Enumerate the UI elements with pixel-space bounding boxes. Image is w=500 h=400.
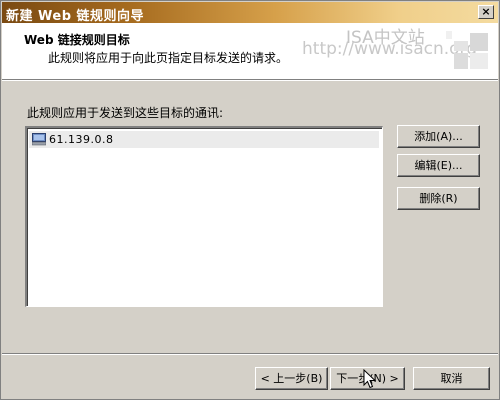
cancel-button[interactable]: 取消 <box>413 367 490 390</box>
wizard-window: 新建 Web 链规则向导 × Web 链接规则目标 此规则将应用于向此页指定目标… <box>0 0 500 400</box>
add-button[interactable]: 添加(A)... <box>397 125 480 148</box>
page-title: Web 链接规则目标 <box>24 33 130 47</box>
destinations-label: 此规则应用于发送到这些目标的通讯: <box>27 106 224 120</box>
wizard-header: Web 链接规则目标 此规则将应用于向此页指定目标发送的请求。 ISA中文站 h… <box>2 23 498 79</box>
close-button[interactable]: × <box>478 5 494 19</box>
destination-ip: 61.139.0.8 <box>49 133 114 146</box>
title-bar[interactable]: 新建 Web 链规则向导 × <box>2 2 498 24</box>
window-title: 新建 Web 链规则向导 <box>6 9 145 24</box>
page-subtitle: 此规则将应用于向此页指定目标发送的请求。 <box>48 51 289 65</box>
footer-divider <box>2 353 498 355</box>
header-divider <box>2 79 498 81</box>
edit-button[interactable]: 编辑(E)... <box>397 154 480 177</box>
destinations-list[interactable]: 61.139.0.8 <box>25 126 383 307</box>
close-icon: × <box>481 5 491 18</box>
back-button[interactable]: < 上一步(B) <box>255 367 328 390</box>
computer-icon <box>32 133 46 146</box>
list-item[interactable]: 61.139.0.8 <box>29 131 379 148</box>
wizard-banner-icon <box>446 31 488 69</box>
mouse-pointer-icon <box>363 369 377 389</box>
remove-button[interactable]: 删除(R) <box>397 187 480 210</box>
